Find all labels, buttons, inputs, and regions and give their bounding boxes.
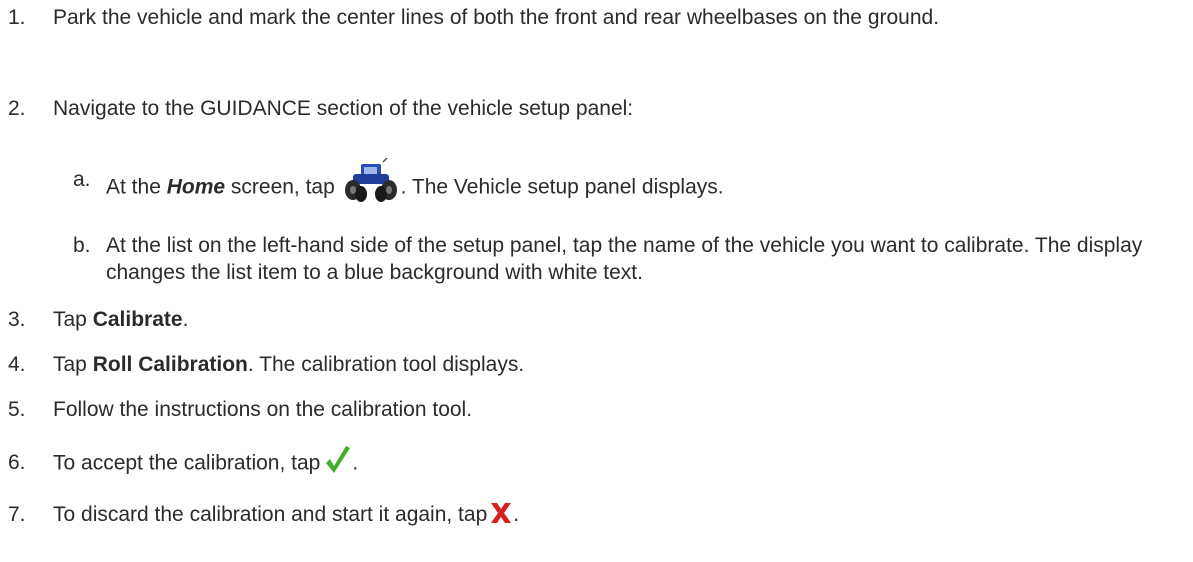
home-screen-name: Home: [166, 175, 226, 199]
step-text: To discard the calibration and start it …: [53, 503, 520, 526]
step-number: 3.: [8, 308, 26, 331]
step-number: 4.: [8, 353, 26, 376]
step-text: To accept the calibration, tap .: [53, 446, 1133, 479]
step-letter: a.: [73, 168, 91, 191]
x-icon: [491, 503, 512, 524]
step-number: 2.: [8, 97, 26, 120]
step-text: Tap Calibrate.: [53, 308, 189, 331]
step-number: 7.: [8, 503, 26, 526]
step-text: Navigate to the GUIDANCE section of the …: [53, 97, 634, 120]
step-number: 1.: [8, 6, 26, 29]
calibrate-label: Calibrate: [92, 308, 183, 331]
step-text: Tap Roll Calibration. The calibration to…: [53, 353, 525, 376]
step-number: 6.: [8, 451, 26, 474]
step-letter: b.: [73, 234, 91, 257]
roll-calibration-label: Roll Calibration: [92, 353, 248, 376]
checkmark-icon: [326, 446, 351, 473]
tractor-icon: [344, 158, 397, 202]
step-number: 5.: [8, 398, 26, 421]
step-text: Park the vehicle and mark the center lin…: [53, 6, 940, 29]
step-text: Follow the instructions on the calibrati…: [53, 398, 473, 421]
step-text: At the Home screen, tap . The Vehicle se…: [106, 158, 1153, 210]
step-text: At the list on the left-hand side of the…: [106, 234, 1143, 284]
